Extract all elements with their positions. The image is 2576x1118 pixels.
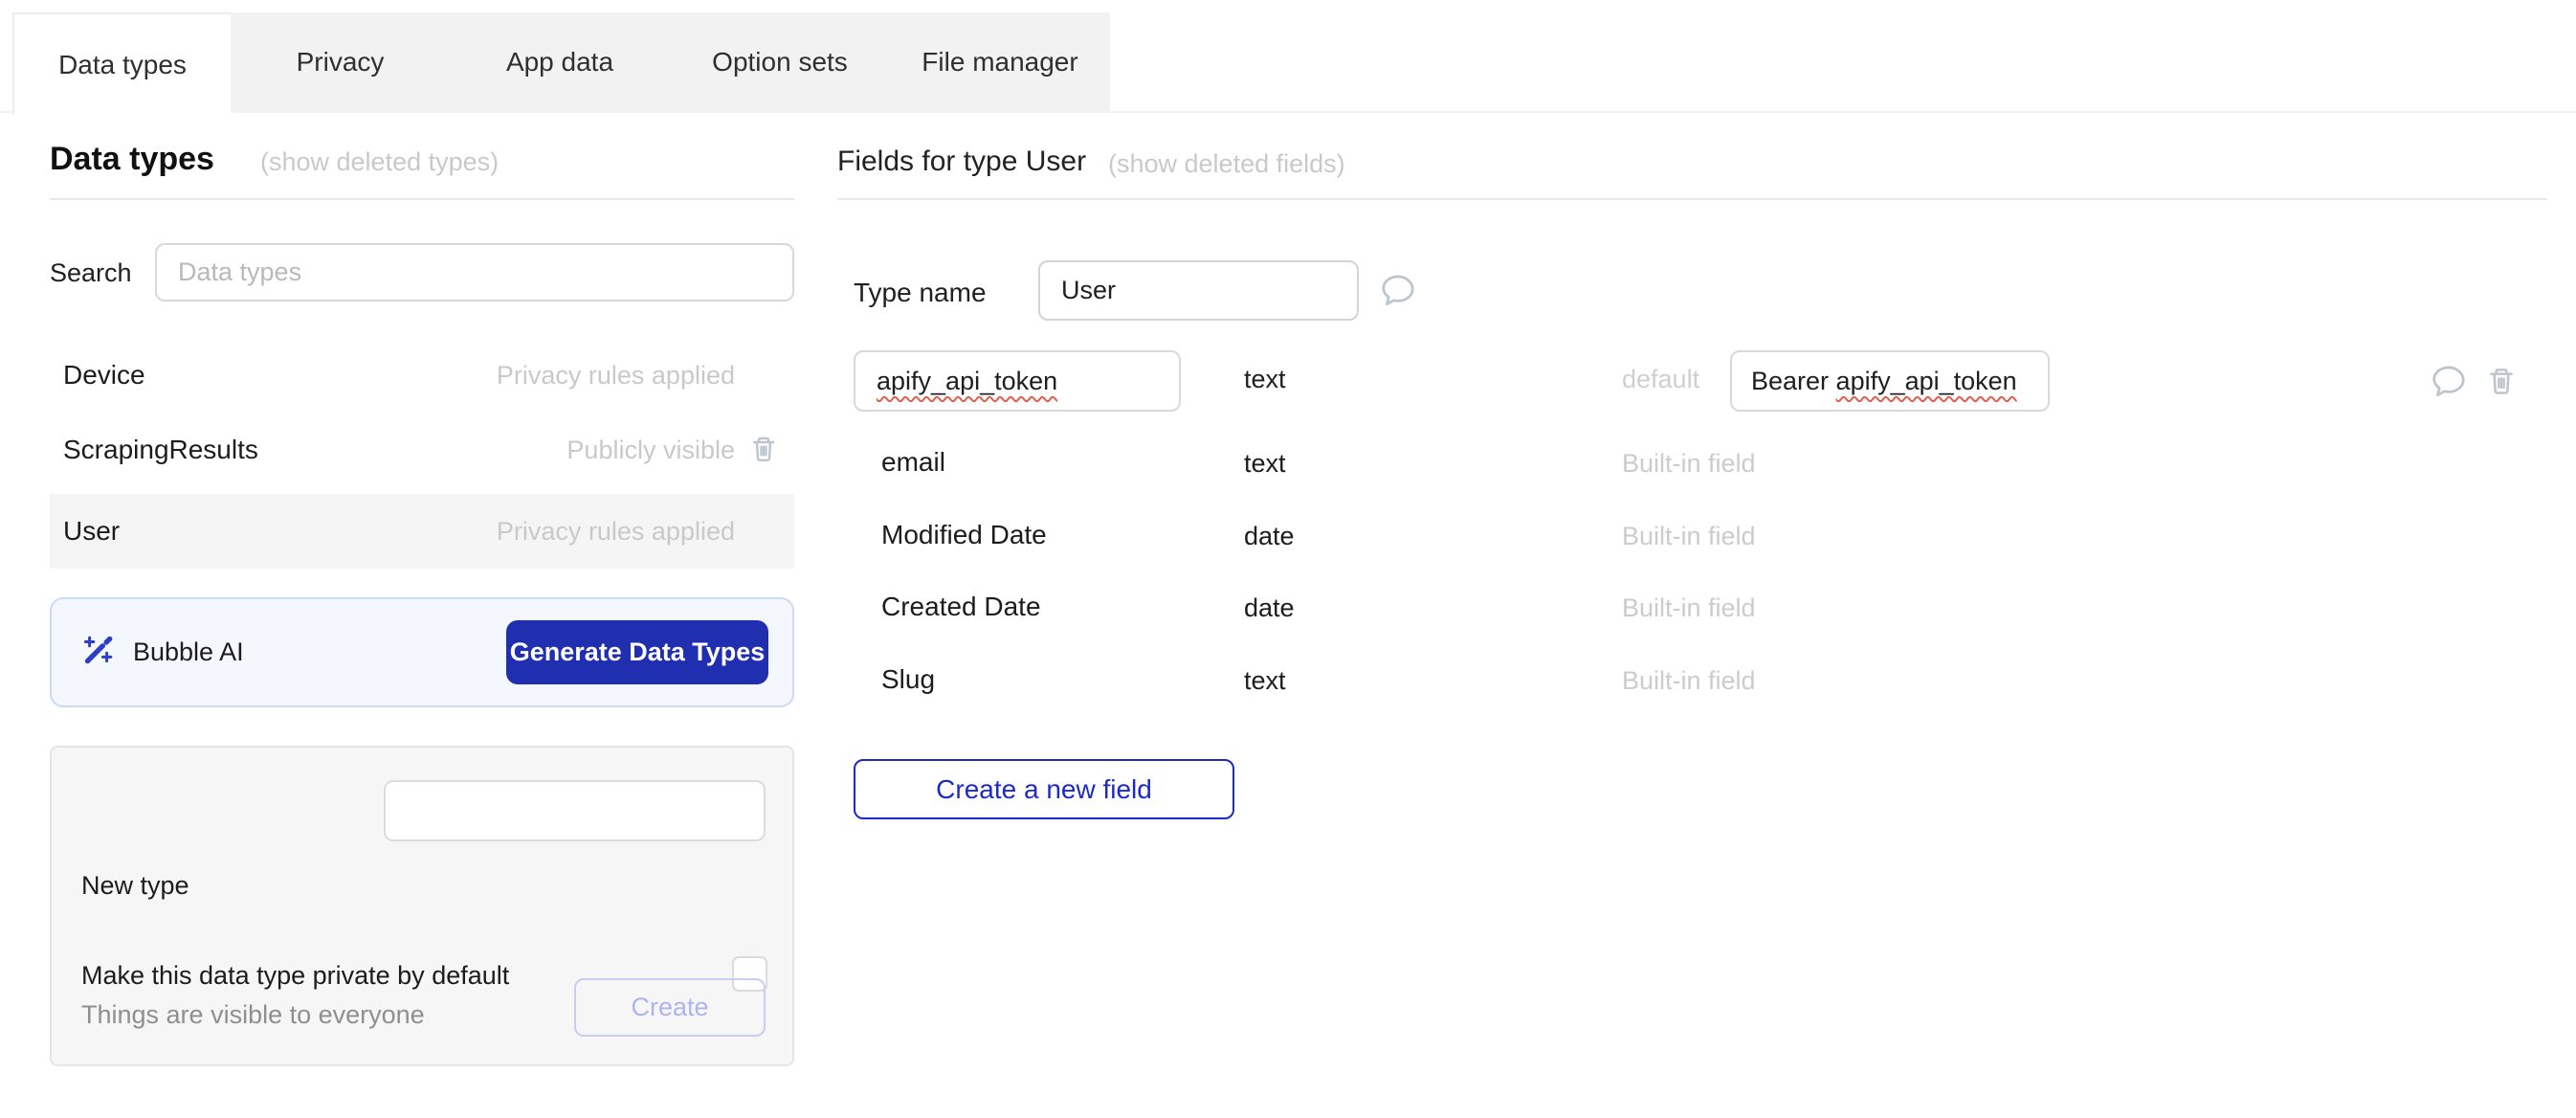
bubble-ai-box: Bubble AI Generate Data Types: [50, 597, 794, 707]
magic-wand-icon: [78, 633, 116, 672]
field-default-input[interactable]: Bearer apify_api_token: [1730, 350, 2050, 412]
built-in-field-note: Built-in field: [1622, 522, 1756, 551]
search-input[interactable]: [155, 243, 794, 302]
type-name-input[interactable]: [1038, 260, 1359, 321]
new-type-input[interactable]: [384, 780, 766, 841]
type-row-scrapingresults[interactable]: ScrapingResults Publicly visible: [50, 413, 794, 487]
tab-label: App data: [506, 47, 613, 78]
tab-privacy[interactable]: Privacy: [231, 12, 450, 112]
type-privacy-status: Privacy rules applied: [497, 361, 735, 391]
data-types-title: Data types: [50, 141, 214, 178]
field-type: text: [1244, 449, 1286, 479]
field-type: text: [1244, 666, 1286, 696]
new-type-box: New type Make this data type private by …: [50, 746, 794, 1066]
tab-file-manager[interactable]: File manager: [890, 12, 1110, 112]
field-name: Slug: [881, 664, 935, 695]
bubble-ai-label: Bubble AI: [133, 637, 244, 667]
default-label: default: [1622, 365, 1699, 394]
tab-label: Data types: [58, 50, 187, 80]
built-in-field-note: Built-in field: [1622, 666, 1756, 696]
comment-bubble-icon[interactable]: [1378, 272, 1418, 313]
generate-data-types-button[interactable]: Generate Data Types: [506, 620, 768, 684]
tab-option-sets[interactable]: Option sets: [670, 12, 890, 112]
tab-data-types[interactable]: Data types: [12, 12, 231, 115]
field-type: date: [1244, 522, 1295, 551]
visibility-note: Things are visible to everyone: [81, 1000, 425, 1030]
field-type: date: [1244, 593, 1295, 623]
type-privacy-status: Publicly visible: [566, 436, 735, 465]
new-type-label: New type: [81, 871, 189, 901]
tab-label: File manager: [922, 47, 1077, 78]
comment-bubble-icon[interactable]: [2429, 363, 2469, 404]
data-section-tabbar: Data types Privacy App data Option sets …: [12, 12, 1110, 112]
type-name: ScrapingResults: [63, 435, 258, 465]
delete-field-trash-icon[interactable]: [2484, 364, 2519, 403]
field-type[interactable]: text: [1244, 365, 1286, 394]
data-tab-page: Data types Privacy App data Option sets …: [0, 0, 2576, 1118]
delete-type-trash-icon[interactable]: [747, 433, 780, 470]
show-deleted-fields-link[interactable]: (show deleted fields): [1108, 149, 1345, 179]
field-name: email: [881, 447, 945, 478]
tab-label: Privacy: [297, 47, 385, 78]
fields-for-type-title: Fields for type User: [837, 145, 1086, 178]
type-privacy-status: Privacy rules applied: [497, 517, 735, 547]
default-value-token: apify_api_token: [1836, 367, 2017, 396]
search-label: Search: [50, 258, 132, 288]
default-value-prefix: Bearer: [1751, 367, 1836, 396]
private-by-default-label: Make this data type private by default: [81, 961, 509, 991]
right-panel-divider: [837, 198, 2547, 200]
show-deleted-types-link[interactable]: (show deleted types): [260, 147, 499, 177]
built-in-field-note: Built-in field: [1622, 449, 1756, 479]
field-name-value: apify_api_token: [877, 367, 1057, 396]
type-name: Device: [63, 360, 145, 391]
type-name: User: [63, 516, 120, 547]
tab-app-data[interactable]: App data: [450, 12, 670, 112]
tab-label: Option sets: [712, 47, 848, 78]
type-name-label: Type name: [854, 278, 987, 308]
left-panel-divider: [50, 198, 794, 200]
field-name: Created Date: [881, 592, 1041, 622]
type-row-device[interactable]: Device Privacy rules applied: [50, 338, 794, 413]
built-in-field-note: Built-in field: [1622, 593, 1756, 623]
field-name-input[interactable]: apify_api_token: [854, 350, 1181, 412]
type-row-user[interactable]: User Privacy rules applied: [50, 494, 794, 569]
create-new-field-button[interactable]: Create a new field: [854, 759, 1234, 819]
field-name: Modified Date: [881, 520, 1047, 550]
create-type-button[interactable]: Create: [574, 978, 766, 1037]
